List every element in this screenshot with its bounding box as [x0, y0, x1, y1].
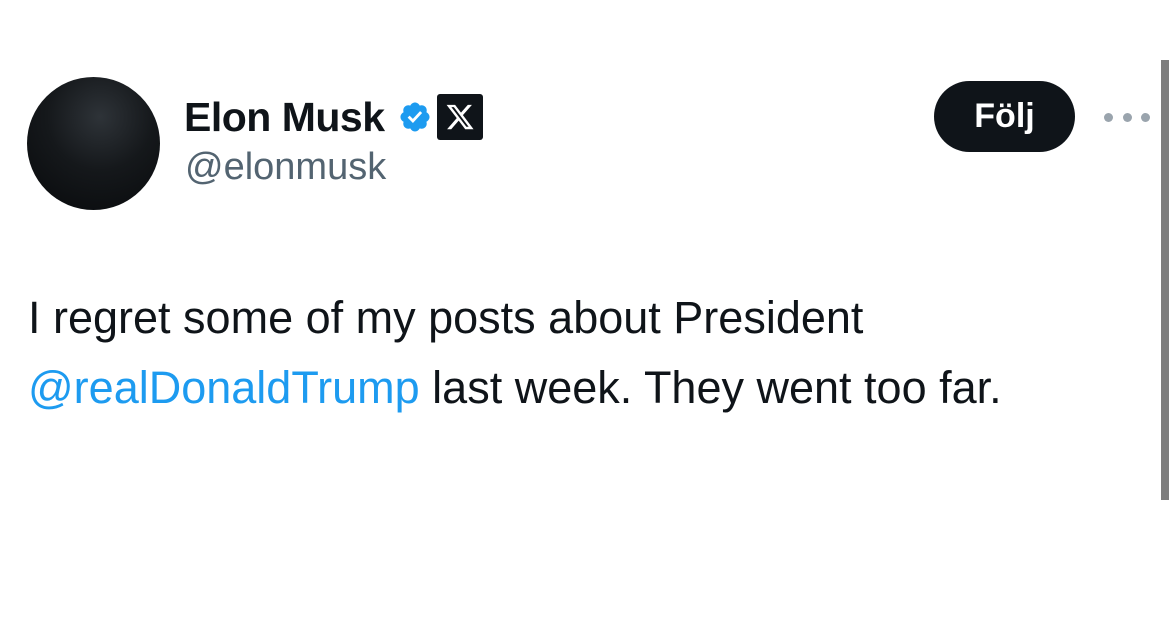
mention-link[interactable]: @realDonaldTrump	[28, 362, 420, 413]
verified-badge-icon[interactable]	[398, 100, 432, 134]
tweet-card: Elon Musk @elonmusk Följ I regret some o…	[0, 0, 1169, 642]
avatar[interactable]	[27, 77, 160, 210]
follow-button[interactable]: Följ	[934, 81, 1075, 152]
author-name[interactable]: Elon Musk	[184, 94, 385, 141]
more-dot	[1104, 112, 1113, 122]
tweet-text-line2: last week. They went too far.	[419, 362, 1002, 413]
author-name-row: Elon Musk	[184, 92, 483, 142]
more-options-icon[interactable]	[1104, 108, 1150, 126]
more-dot	[1141, 112, 1150, 122]
author-handle[interactable]: @elonmusk	[185, 146, 386, 189]
more-dot	[1122, 112, 1132, 122]
tweet-text-line1: I regret some of my posts about Presiden…	[28, 292, 864, 343]
tweet-text: I regret some of my posts about Presiden…	[28, 283, 1153, 423]
scrollbar[interactable]	[1161, 60, 1169, 500]
x-logo-icon[interactable]	[436, 94, 483, 140]
